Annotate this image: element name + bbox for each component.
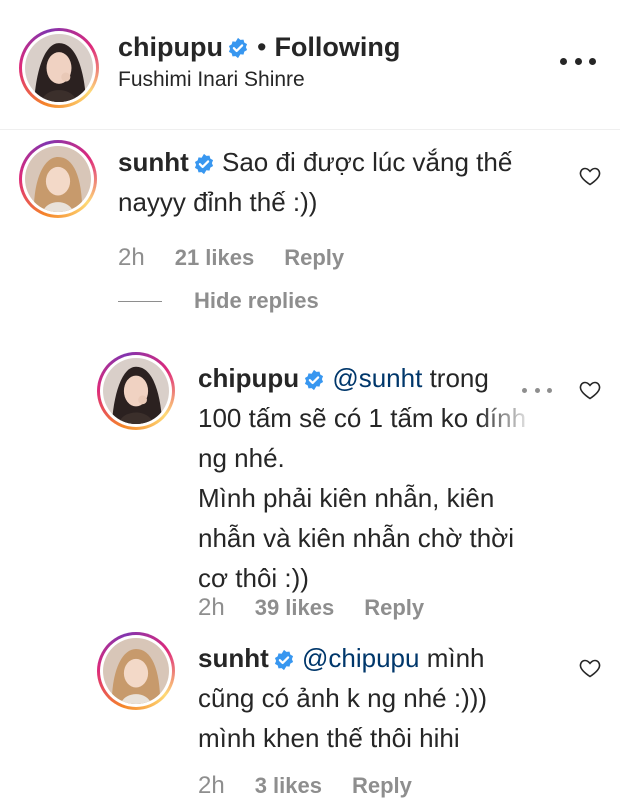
divider [118, 300, 162, 302]
hide-replies-button[interactable]: Hide replies [118, 288, 319, 314]
mention-link[interactable]: @sunht [332, 363, 422, 393]
comment-body: sunht Sao đi được lúc vắng thế nayyy đỉn… [118, 142, 512, 222]
reply-button[interactable]: Reply [284, 245, 344, 271]
more-options-icon[interactable] [560, 58, 596, 68]
avatar[interactable] [19, 28, 99, 108]
likes-count[interactable]: 3 likes [255, 773, 322, 799]
heart-icon[interactable] [578, 164, 602, 188]
comment-meta: 2h 21 likes Reply [118, 244, 344, 272]
reply-text-line: 100 tấm sẽ có 1 tấm ko dính [198, 403, 527, 433]
reply-text-line: ng nhé. [198, 443, 285, 473]
comment-username[interactable]: sunht [118, 147, 189, 177]
reply-text-line: mình khen thế thôi hihi [198, 723, 460, 753]
profile-photo [103, 638, 169, 704]
reply-body: chipupu @sunht trong 100 tấm sẽ có 1 tấm… [198, 358, 526, 598]
reply-text-line: Mình phải kiên nhẫn, kiên [198, 483, 495, 513]
heart-icon[interactable] [578, 378, 602, 402]
reply-text-line: mình [426, 643, 485, 673]
reply-username[interactable]: chipupu [198, 363, 299, 393]
comment-text-line: nayyy đỉnh thế :)) [118, 187, 318, 217]
reply-text-line: cũng có ảnh k ng nhé :))) [198, 683, 488, 713]
timestamp: 2h [118, 244, 145, 271]
mention-link[interactable]: @chipupu [302, 643, 419, 673]
timestamp: 2h [198, 594, 225, 621]
avatar[interactable] [97, 352, 175, 430]
verified-badge-icon [305, 369, 324, 391]
likes-count[interactable]: 39 likes [255, 595, 335, 621]
reply-text-line: nhẫn và kiên nhẫn chờ thời [198, 523, 514, 553]
header-user-line: chipupu • Following [118, 32, 400, 63]
verified-badge-icon [228, 37, 248, 58]
verified-badge-icon [274, 649, 293, 671]
verified-badge-icon [194, 153, 213, 175]
reply-text-line: trong [429, 363, 489, 393]
separator-dot: • [256, 32, 267, 62]
following-button[interactable]: Following [274, 32, 400, 63]
reply-text-line: cơ thôi :)) [198, 563, 309, 593]
avatar[interactable] [19, 140, 97, 218]
timestamp: 2h [198, 772, 225, 799]
reply-username[interactable]: sunht [198, 643, 269, 673]
comment-text-line: Sao đi được lúc vắng thế [222, 147, 513, 177]
reply-meta: 2h 39 likes Reply [198, 594, 424, 622]
hide-replies-label: Hide replies [194, 288, 319, 313]
profile-photo [103, 358, 169, 424]
post-header: chipupu • Following Fushimi Inari Shinre [0, 0, 620, 130]
reply-button[interactable]: Reply [364, 595, 424, 621]
reply-button[interactable]: Reply [352, 773, 412, 799]
profile-photo [25, 34, 93, 102]
reply-body: sunht @chipupu mình cũng có ảnh k ng nhé… [198, 638, 487, 758]
likes-count[interactable]: 21 likes [175, 245, 255, 271]
location-link[interactable]: Fushimi Inari Shinre [118, 68, 305, 92]
heart-icon[interactable] [578, 656, 602, 680]
reply-meta: 2h 3 likes Reply [198, 772, 412, 800]
header-username[interactable]: chipupu [118, 32, 223, 63]
profile-photo [25, 146, 91, 212]
avatar[interactable] [97, 632, 175, 710]
more-options-icon[interactable] [522, 388, 552, 394]
text-fade-overlay [478, 405, 558, 445]
